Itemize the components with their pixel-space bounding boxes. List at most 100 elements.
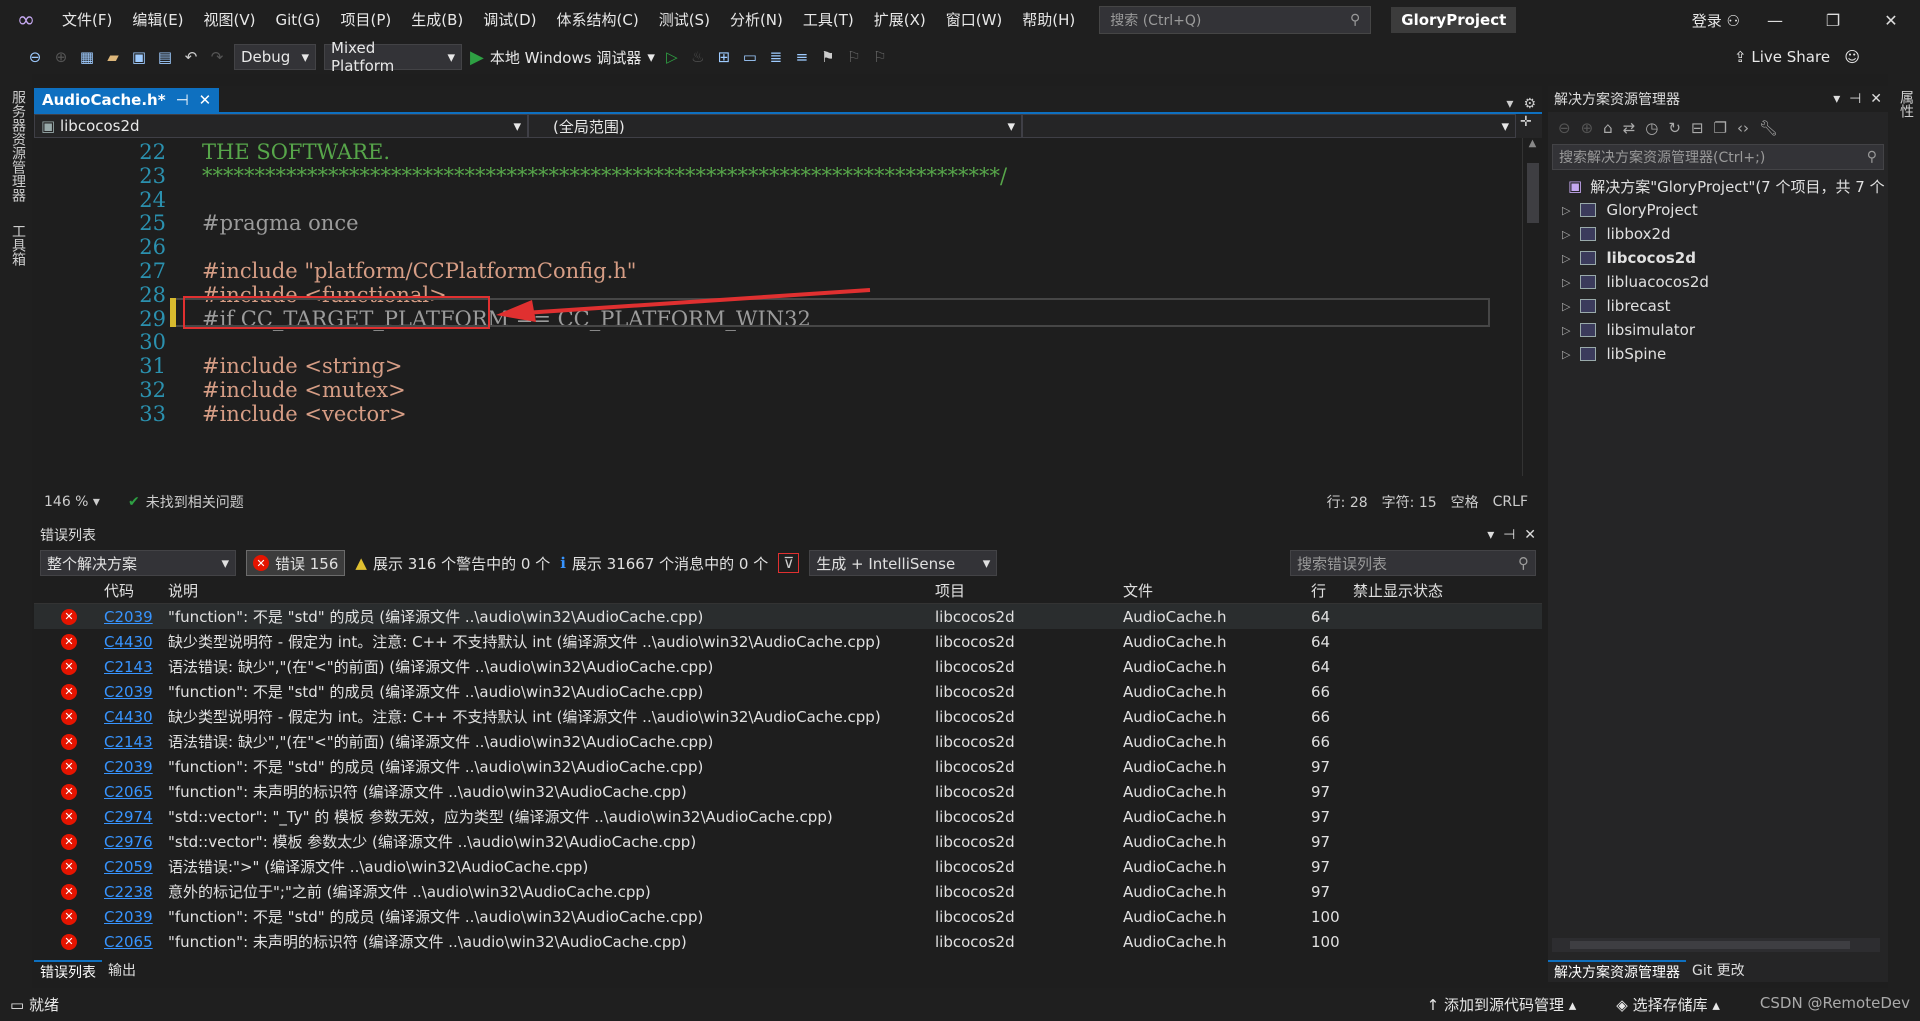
back-icon[interactable]: ⊖ <box>26 48 44 66</box>
close-icon[interactable]: ✕ <box>199 91 212 109</box>
column-code[interactable]: 代码 <box>104 580 168 601</box>
menu-item[interactable]: 视图(V) <box>194 0 266 40</box>
solution-project-node[interactable]: ▷libsimulator <box>1548 318 1888 342</box>
start-without-debugging-icon[interactable]: ▷ <box>663 48 681 66</box>
scope-dropdown[interactable]: (全局范围)▾ <box>528 114 1022 138</box>
code-view-icon[interactable]: ‹› <box>1737 119 1749 137</box>
table-row[interactable]: ✕C2143语法错误: 缺少","(在"<"的前面) (编译源文件 ..\aud… <box>34 729 1542 754</box>
error-code-link[interactable]: C2065 <box>104 783 168 801</box>
table-row[interactable]: ✕C2143语法错误: 缺少","(在"<"的前面) (编译源文件 ..\aud… <box>34 654 1542 679</box>
error-code-link[interactable]: C2065 <box>104 933 168 951</box>
build-filter-select[interactable]: 生成 + IntelliSense▾ <box>809 550 997 576</box>
solution-project-node[interactable]: ▷libbox2d <box>1548 222 1888 246</box>
menu-item[interactable]: 分析(N) <box>720 0 793 40</box>
eol-indicator[interactable]: CRLF <box>1493 494 1528 510</box>
menu-item[interactable]: 文件(F) <box>52 0 122 40</box>
filter-icon[interactable]: ⊽ <box>778 553 799 573</box>
toolbox-tab[interactable]: 工具箱 <box>8 224 28 266</box>
expand-arrow-icon[interactable]: ▷ <box>1562 348 1570 361</box>
menu-item[interactable]: 扩展(X) <box>864 0 936 40</box>
visual-studio-logo-icon[interactable]: ∞ <box>0 8 52 33</box>
menu-item[interactable]: 测试(S) <box>649 0 720 40</box>
char-indicator[interactable]: 字符: 15 <box>1382 492 1437 512</box>
code-editor[interactable]: 22THE SOFTWARE.23***********************… <box>34 138 1542 476</box>
pin-icon[interactable]: ⊣ <box>1849 91 1861 107</box>
zoom-select[interactable]: 146 % ▾ <box>34 494 114 510</box>
scroll-thumb[interactable] <box>1527 163 1539 223</box>
menu-item[interactable]: 体系结构(C) <box>547 0 649 40</box>
solution-project-node[interactable]: ▷librecast <box>1548 294 1888 318</box>
solution-project-node[interactable]: ▷libSpine <box>1548 342 1888 366</box>
table-row[interactable]: ✕C2039"function": 不是 "std" 的成员 (编译源文件 ..… <box>34 754 1542 779</box>
home-icon[interactable]: ⌂ <box>1603 119 1613 137</box>
solution-root-node[interactable]: ▣解决方案"GloryProject"(7 个项目，共 7 个 <box>1548 174 1888 198</box>
error-code-link[interactable]: C2059 <box>104 858 168 876</box>
forward-icon[interactable]: ⊕ <box>52 48 70 66</box>
scope-filter-select[interactable]: 整个解决方案▾ <box>40 550 236 576</box>
error-code-link[interactable]: C2039 <box>104 683 168 701</box>
solution-search-input[interactable]: 搜索解决方案资源管理器(Ctrl+;)⚲ <box>1552 144 1884 170</box>
tab-audiocache-h[interactable]: AudioCache.h* ⊣ ✕ <box>34 88 219 112</box>
expand-arrow-icon[interactable]: ▷ <box>1562 252 1570 265</box>
tab-git-changes[interactable]: Git 更改 <box>1686 960 1751 982</box>
layout-icon[interactable]: ▭ <box>741 48 759 66</box>
redo-icon[interactable]: ↷ <box>208 48 226 66</box>
save-icon[interactable]: ▣ <box>130 48 148 66</box>
live-share-button[interactable]: ⇪ Live Share ☺ <box>1734 48 1860 66</box>
error-code-link[interactable]: C2976 <box>104 833 168 851</box>
error-search-input[interactable]: 搜索错误列表⚲ <box>1290 550 1536 576</box>
table-row[interactable]: ✕C4430缺少类型说明符 - 假定为 int。注意: C++ 不支持默认 in… <box>34 629 1542 654</box>
solution-explorer-toggle-icon[interactable]: ⊞ <box>715 48 733 66</box>
split-icon[interactable]: ✛ <box>1516 114 1536 138</box>
login-button[interactable]: 登录 ⚇ <box>1692 10 1740 31</box>
switch-views-icon[interactable]: ⇄ <box>1623 119 1636 137</box>
table-row[interactable]: ✕C2039"function": 不是 "std" 的成员 (编译源文件 ..… <box>34 904 1542 929</box>
repository-button[interactable]: ◈ 选择存储库 ▴ <box>1616 994 1720 1015</box>
uncomment-icon[interactable]: ≡ <box>793 48 811 66</box>
restore-icon[interactable]: ❐ <box>1804 0 1862 40</box>
feedback-icon[interactable]: ☺ <box>1844 48 1860 66</box>
error-code-link[interactable]: C4430 <box>104 633 168 651</box>
messages-toggle-button[interactable]: ℹ展示 31667 个消息中的 0 个 <box>560 553 768 574</box>
expand-arrow-icon[interactable]: ▷ <box>1562 204 1570 217</box>
warnings-toggle-button[interactable]: ▲展示 316 个警告中的 0 个 <box>355 553 550 574</box>
table-row[interactable]: ✕C2238意外的标记位于";"之前 (编译源文件 ..\audio\win32… <box>34 879 1542 904</box>
minimize-icon[interactable]: — <box>1746 0 1804 40</box>
properties-tab[interactable]: 属性 <box>1896 90 1916 118</box>
solution-hscrollbar[interactable] <box>1552 938 1880 952</box>
collapse-all-icon[interactable]: ⊟ <box>1691 119 1704 137</box>
table-row[interactable]: ✕C2039"function": 不是 "std" 的成员 (编译源文件 ..… <box>34 679 1542 704</box>
bookmark-next-icon[interactable]: ⚐ <box>871 48 889 66</box>
member-dropdown[interactable]: ▾ <box>1022 114 1516 138</box>
column-suppression[interactable]: 禁止显示状态 <box>1353 580 1443 601</box>
search-input[interactable]: 搜索 (Ctrl+Q) ⚲ <box>1099 6 1371 34</box>
menu-item[interactable]: 工具(T) <box>793 0 864 40</box>
column-line[interactable]: 行 <box>1311 580 1353 601</box>
chevron-down-icon[interactable]: ▾ <box>1833 91 1840 107</box>
error-code-link[interactable]: C2039 <box>104 908 168 926</box>
forward-icon[interactable]: ⊕ <box>1581 119 1594 137</box>
expand-arrow-icon[interactable]: ▷ <box>1562 300 1570 313</box>
refresh-icon[interactable]: ↻ <box>1668 119 1681 137</box>
table-row[interactable]: ✕C2039"function": 不是 "std" 的成员 (编译源文件 ..… <box>34 604 1542 629</box>
errors-toggle-button[interactable]: ✕错误 156 <box>246 550 345 576</box>
error-code-link[interactable]: C2143 <box>104 658 168 676</box>
project-dropdown[interactable]: ▣ libcocos2d▾ <box>34 114 528 138</box>
expand-arrow-icon[interactable]: ▷ <box>1562 276 1570 289</box>
undo-icon[interactable]: ↶ <box>182 48 200 66</box>
bookmark-prev-icon[interactable]: ⚐ <box>845 48 863 66</box>
hscroll-thumb[interactable] <box>1570 941 1850 949</box>
expand-arrow-icon[interactable]: ▷ <box>1562 324 1570 337</box>
tab-output[interactable]: 输出 <box>102 960 142 982</box>
menu-item[interactable]: 编辑(E) <box>122 0 193 40</box>
platform-select[interactable]: Mixed Platform▾ <box>324 44 462 70</box>
menu-item[interactable]: 窗口(W) <box>936 0 1013 40</box>
source-control-button[interactable]: ↑ 添加到源代码管理 ▴ <box>1427 994 1577 1015</box>
pin-icon[interactable]: ⊣ <box>176 91 189 109</box>
editor-scrollbar[interactable]: ▲ <box>1522 138 1542 476</box>
line-indicator[interactable]: 行: 28 <box>1327 492 1368 512</box>
error-code-link[interactable]: C4430 <box>104 708 168 726</box>
column-file[interactable]: 文件 <box>1123 580 1311 601</box>
hot-reload-icon[interactable]: ♨ <box>689 48 707 66</box>
column-project[interactable]: 项目 <box>935 580 1123 601</box>
